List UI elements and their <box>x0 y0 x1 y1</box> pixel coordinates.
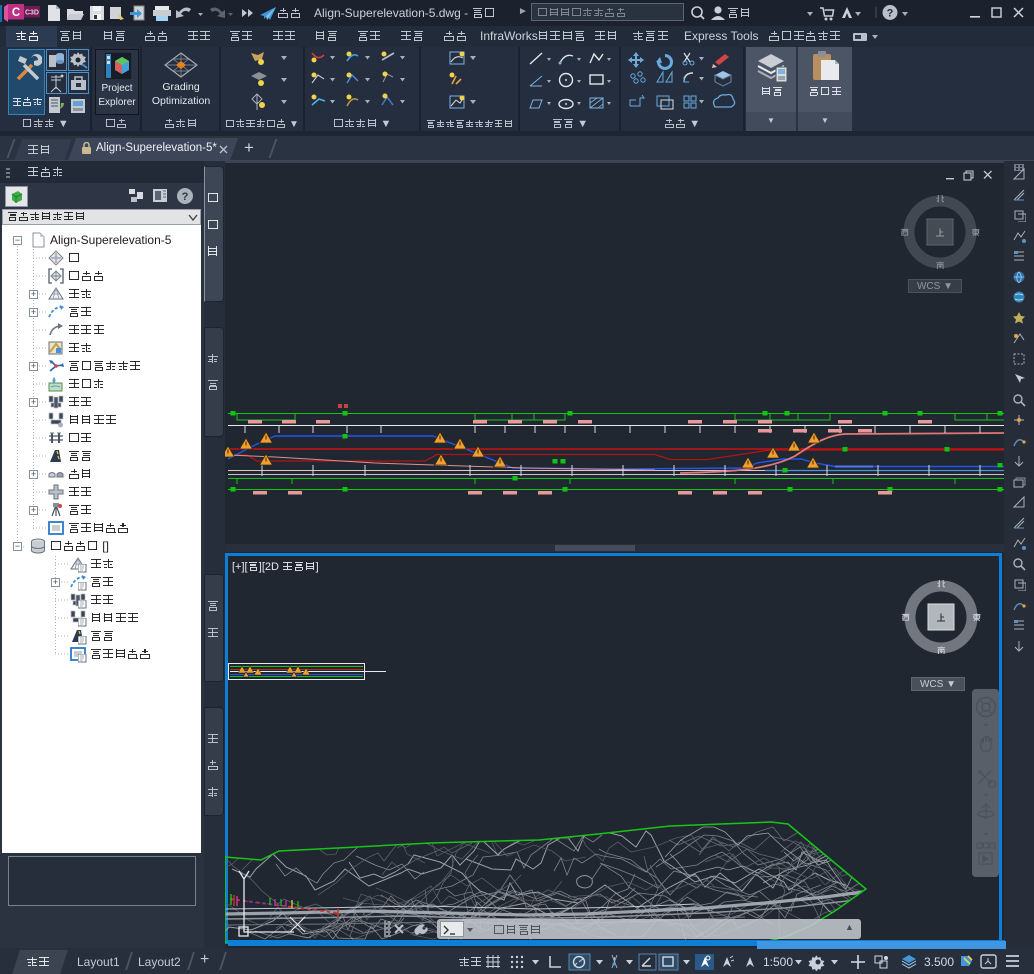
svg-text:?: ? <box>887 8 894 20</box>
svg-text:3.500: 3.500 <box>924 955 954 969</box>
svg-text:?: ? <box>182 191 189 203</box>
svg-text:1:500: 1:500 <box>763 955 793 969</box>
svg-text:C3D: C3D <box>25 10 39 17</box>
svg-text:C: C <box>12 7 20 19</box>
